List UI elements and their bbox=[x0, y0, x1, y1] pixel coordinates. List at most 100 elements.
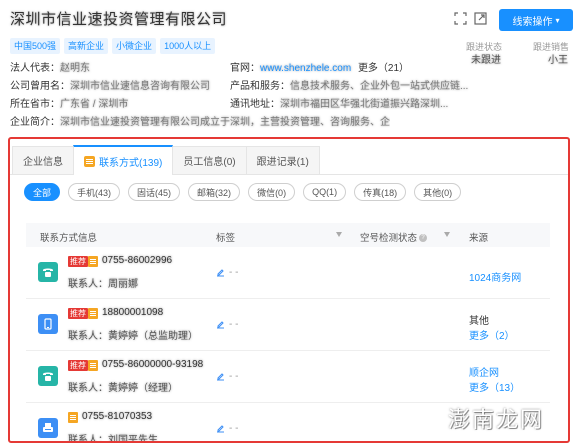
edit-icon bbox=[217, 373, 224, 381]
column-header-empty-check-label: 空号检测状态 bbox=[360, 233, 418, 244]
products-label: 产品和服务： bbox=[230, 81, 290, 92]
former-name-value: 深圳市信业速信息咨询有限公司 bbox=[70, 81, 210, 92]
contact-book-icon bbox=[84, 155, 95, 167]
landline-icon bbox=[38, 262, 58, 282]
tag-value: - - bbox=[229, 423, 239, 434]
follow-sales-value: 小王 bbox=[548, 55, 568, 66]
source-more-link[interactable]: 更多（13） bbox=[469, 379, 520, 394]
former-name-row: 公司曾用名：深圳市信业速信息咨询有限公司 bbox=[10, 77, 210, 92]
table-header: 联系方式信息 标签 空号检测状态? 来源 bbox=[26, 223, 550, 247]
contact-number: 18800001098 bbox=[102, 307, 164, 318]
mobile-icon bbox=[38, 314, 58, 334]
tab-label: 员工信息(0) bbox=[183, 157, 236, 168]
fullscreen-icon[interactable] bbox=[454, 12, 467, 25]
city-value: 广东省 / 深圳市 bbox=[60, 99, 129, 110]
tab-follow-records[interactable]: 跟进记录(1) bbox=[245, 146, 320, 174]
contact-number: 0755-81070353 bbox=[82, 411, 153, 422]
help-icon[interactable]: ? bbox=[419, 234, 428, 243]
edit-icon bbox=[217, 269, 224, 277]
edit-tag-button[interactable]: - - bbox=[216, 423, 238, 434]
tag-value: - - bbox=[229, 319, 239, 330]
intro-label: 企业简介： bbox=[10, 117, 60, 128]
clue-action-button[interactable]: 线索操作 ▾ bbox=[499, 9, 573, 31]
address-value: 深圳市福田区华强北街道振兴路深圳... bbox=[280, 99, 449, 110]
contact-person: 联系人：刘国平先生 bbox=[68, 435, 158, 443]
edit-icon bbox=[217, 425, 224, 433]
intro-value: 深圳市信业速投资管理有限公司成立于深圳，主营投资管理、咨询服务、企业管理等多个领… bbox=[60, 117, 390, 128]
source-link[interactable]: 顺企网 bbox=[469, 364, 499, 379]
company-tag: 小微企业 bbox=[112, 38, 157, 54]
column-header-source: 来源 bbox=[469, 233, 489, 244]
company-tags: 中国500强 高新企业 小微企业 1000人以上 bbox=[10, 38, 216, 54]
tab-contacts[interactable]: 联系方式(139) bbox=[73, 145, 174, 175]
tab-employees[interactable]: 员工信息(0) bbox=[172, 146, 247, 174]
source-icon bbox=[88, 256, 98, 267]
tab-label: 企业信息 bbox=[23, 157, 63, 168]
contact-panel: 企业信息 联系方式(139) 员工信息(0) 跟进记录(1) 全部 手机(43)… bbox=[8, 137, 570, 443]
city-label: 所在省市： bbox=[10, 99, 60, 110]
website-link[interactable]: www.shenzhele.com bbox=[260, 63, 351, 74]
clue-action-label: 线索操作 bbox=[512, 16, 553, 28]
filter-funnel-icon[interactable] bbox=[444, 232, 450, 237]
address-row: 通讯地址：深圳市福田区华强北街道振兴路深圳... bbox=[230, 95, 448, 110]
site-watermark: 澎南龙网 bbox=[448, 408, 545, 433]
filter-email[interactable]: 邮箱(32) bbox=[188, 183, 241, 201]
company-tag: 中国500强 bbox=[10, 38, 61, 54]
recommended-badge: 推荐 bbox=[68, 256, 88, 267]
fax-icon bbox=[38, 418, 58, 438]
products-value: 信息技术服务、企业外包一站式供应链... bbox=[290, 81, 469, 92]
source-text: 其他 bbox=[469, 316, 489, 327]
filter-landline[interactable]: 固话(45) bbox=[128, 183, 181, 201]
city-row: 所在省市：广东省 / 深圳市 bbox=[10, 95, 128, 110]
source-more-link[interactable]: 更多（2） bbox=[469, 327, 515, 342]
company-name: 深圳市信业速投资管理有限公司 bbox=[10, 11, 228, 28]
filter-fax[interactable]: 传真(18) bbox=[354, 183, 407, 201]
address-label: 通讯地址： bbox=[230, 99, 280, 110]
open-external-icon[interactable] bbox=[474, 12, 487, 25]
company-tag: 高新企业 bbox=[64, 38, 109, 54]
column-header-tag: 标签 bbox=[216, 233, 236, 244]
tag-value: - - bbox=[229, 371, 239, 382]
filter-qq[interactable]: QQ(1) bbox=[303, 183, 347, 201]
column-header-empty-check: 空号检测状态? bbox=[360, 230, 428, 244]
contact-type-filters: 全部 手机(43) 固话(45) 邮箱(32) 微信(0) QQ(1) 传真(1… bbox=[24, 183, 462, 201]
filter-wechat[interactable]: 微信(0) bbox=[248, 183, 296, 201]
contact-person: 联系人：黄婷婷（经理） bbox=[68, 383, 178, 394]
source-icon bbox=[88, 360, 98, 371]
source-link: 1024商务网 bbox=[469, 269, 521, 284]
tab-label: 跟进记录(1) bbox=[256, 157, 309, 168]
chevron-down-icon: ▾ bbox=[555, 15, 560, 25]
intro-row: 企业简介：深圳市信业速投资管理有限公司成立于深圳，主营投资管理、咨询服务、企业管… bbox=[10, 113, 390, 128]
website-label: 官网： bbox=[230, 63, 260, 74]
filter-mobile[interactable]: 手机(43) bbox=[68, 183, 121, 201]
edit-icon bbox=[217, 321, 224, 329]
column-header-contact: 联系方式信息 bbox=[40, 233, 98, 244]
filter-other[interactable]: 其他(0) bbox=[414, 183, 462, 201]
filter-funnel-icon[interactable] bbox=[336, 232, 342, 237]
tab-company-info[interactable]: 企业信息 bbox=[12, 146, 74, 174]
contact-person: 联系人：周丽娜 bbox=[68, 279, 138, 290]
edit-tag-button[interactable]: - - bbox=[216, 371, 238, 382]
website-more-link[interactable]: 更多（21） bbox=[358, 63, 409, 74]
table-row: 推荐 18800001098 联系人：黄婷婷（总监助理） - - 其他 更多（2… bbox=[26, 299, 550, 351]
source-link-label[interactable]: 1024商务网 bbox=[469, 273, 521, 284]
contact-number: 0755-86002996 bbox=[102, 255, 173, 266]
tag-value: - - bbox=[229, 267, 239, 278]
legal-rep-row: 法人代表：赵明东 bbox=[10, 59, 90, 74]
recommended-badge: 推荐 bbox=[68, 360, 88, 371]
contact-number: 0755-86000000-93198 bbox=[102, 359, 204, 370]
table-row: 推荐 0755-86002996 联系人：周丽娜 - - 1024商务网 bbox=[26, 247, 550, 299]
filter-all[interactable]: 全部 bbox=[24, 183, 61, 201]
source-icon bbox=[88, 308, 98, 319]
former-name-label: 公司曾用名： bbox=[10, 81, 70, 92]
tab-bar: 企业信息 联系方式(139) 员工信息(0) 跟进记录(1) bbox=[10, 139, 568, 175]
landline-icon bbox=[38, 366, 58, 386]
source-icon bbox=[68, 412, 78, 423]
products-row: 产品和服务：信息技术服务、企业外包一站式供应链... bbox=[230, 77, 468, 92]
website-row: 官网：www.shenzhele.com 更多（21） bbox=[230, 59, 409, 74]
follow-status-value: 未跟进 bbox=[471, 55, 501, 66]
edit-tag-button[interactable]: - - bbox=[216, 319, 238, 330]
legal-rep-value: 赵明东 bbox=[60, 63, 90, 74]
recommended-badge: 推荐 bbox=[68, 308, 88, 319]
edit-tag-button[interactable]: - - bbox=[216, 267, 238, 278]
